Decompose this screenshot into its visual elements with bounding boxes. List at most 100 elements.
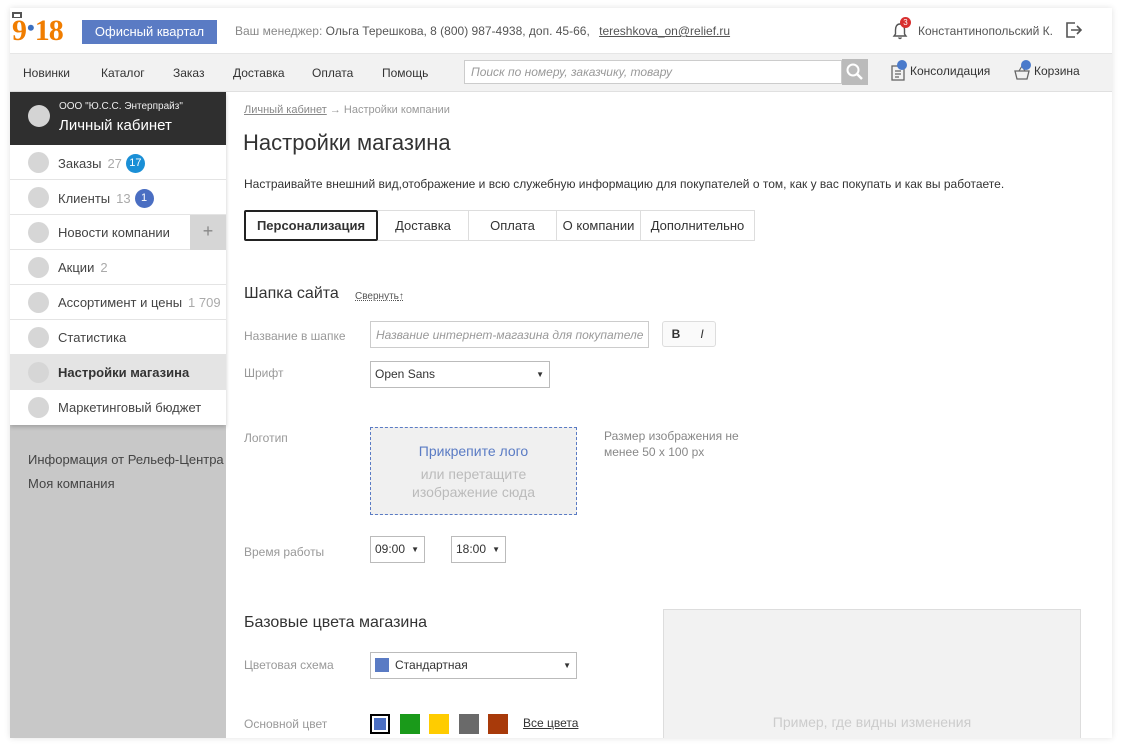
orders-count: 27 <box>107 155 122 171</box>
nav-item-payment[interactable]: Оплата <box>312 66 353 80</box>
settings-icon <box>28 362 49 383</box>
sidebar-item-label: Новости компании <box>58 225 170 240</box>
hours-to-value: 18:00 <box>456 542 487 556</box>
manager-info: Ваш менеджер: Ольга Терешкова, 8 (800) 9… <box>235 24 730 38</box>
budget-icon <box>28 397 49 418</box>
hours-from-select[interactable]: 09:00 ▼ <box>370 536 425 563</box>
sidebar-item-label: Заказы <box>58 155 102 171</box>
tab-payment[interactable]: Оплата <box>469 210 557 241</box>
sidebar-item-statistics[interactable]: Статистика <box>10 320 226 355</box>
nav-item-delivery[interactable]: Доставка <box>233 66 285 80</box>
manager-label: Ваш менеджер: <box>235 24 323 38</box>
clipboard-icon <box>890 60 907 81</box>
promotions-icon <box>28 257 49 278</box>
app-frame: 9•18 Офисный квартал Ваш менеджер: Ольга… <box>10 8 1112 738</box>
nav-item-help[interactable]: Помощь <box>382 66 428 80</box>
logo-part-right: 18 <box>34 14 64 47</box>
sidebar-item-news[interactable]: Новости компании + <box>10 215 226 250</box>
breadcrumb-link-cabinet[interactable]: Личный кабинет <box>244 104 327 116</box>
tab-about-company[interactable]: О компании <box>557 210 641 241</box>
clients-badge: 1 <box>134 189 154 208</box>
nav-item-new[interactable]: Новинки <box>23 66 70 80</box>
drag-hint: или перетащите изображение сюда <box>412 466 535 500</box>
nav-item-catalog[interactable]: Каталог <box>101 66 145 80</box>
color-swatch-blue[interactable] <box>370 714 390 734</box>
font-select[interactable]: Open Sans ▼ <box>370 361 550 388</box>
logout-icon[interactable] <box>1065 21 1083 39</box>
shop-name-label: Название в шапке <box>244 329 346 343</box>
sidebar-link-my-company[interactable]: Моя компания <box>28 476 224 491</box>
manager-email-link[interactable]: tereshkova_on@relief.ru <box>599 24 730 38</box>
office-button[interactable]: Офисный квартал <box>82 20 217 44</box>
collapse-link[interactable]: Свернуть↑ <box>355 291 404 302</box>
shop-name-input[interactable] <box>370 321 649 348</box>
sidebar-menu: ООО "Ю.С.С. Энтерпрайз" Личный кабинет З… <box>10 92 226 425</box>
tab-delivery[interactable]: Доставка <box>378 210 469 241</box>
dropdown-arrow-icon: ▼ <box>563 661 571 670</box>
sidebar-item-orders[interactable]: Заказы 27 17 <box>10 145 226 180</box>
basket-icon <box>1014 60 1031 81</box>
logo-part-left: 9 <box>12 14 27 47</box>
sidebar-item-marketing-budget[interactable]: Маркетинговый бюджет <box>10 390 226 425</box>
sidebar-header[interactable]: ООО "Ю.С.С. Энтерпрайз" Личный кабинет <box>10 92 226 145</box>
main-content: Личный кабинет → Настройки компании Наст… <box>226 92 1112 738</box>
orders-icon <box>28 152 49 173</box>
sidebar-item-clients[interactable]: Клиенты 13 1 <box>10 180 226 215</box>
page-description: Настраивайте внешний вид,отображение и в… <box>244 177 1005 191</box>
search-icon <box>846 63 863 80</box>
breadcrumb: Личный кабинет → Настройки компании <box>244 104 450 116</box>
hours-to-select[interactable]: 18:00 ▼ <box>451 536 506 563</box>
search-button[interactable] <box>842 59 868 85</box>
text-format-group: B I <box>662 321 716 347</box>
colors-section-title: Базовые цвета магазина <box>244 614 428 631</box>
font-select-value: Open Sans <box>375 367 436 381</box>
attach-logo-link[interactable]: Прикрепите лого <box>371 443 576 459</box>
color-swatch-brown[interactable] <box>488 714 508 734</box>
search-input[interactable] <box>464 60 842 84</box>
sidebar-links: Информация от Рельеф-Центра Моя компания <box>28 452 224 500</box>
italic-button[interactable]: I <box>689 322 715 346</box>
nav-item-order[interactable]: Заказ <box>173 66 204 80</box>
consolidation-label: Консолидация <box>910 64 991 79</box>
page-title: Настройки магазина <box>243 130 451 155</box>
sidebar-item-promotions[interactable]: Акции 2 <box>10 250 226 285</box>
clients-icon <box>28 187 49 208</box>
color-scheme-select[interactable]: Стандартная ▼ <box>370 652 577 679</box>
notification-badge: 3 <box>900 17 911 28</box>
bold-button[interactable]: B <box>663 322 689 346</box>
sidebar-link-relief-info[interactable]: Информация от Рельеф-Центра <box>28 452 224 467</box>
hours-from-value: 09:00 <box>375 542 406 556</box>
sidebar-item-label: Ассортимент и цены <box>58 295 183 310</box>
sidebar-item-shop-settings[interactable]: Настройки магазина <box>10 355 226 390</box>
orders-badge: 17 <box>125 154 145 173</box>
sidebar-item-label: Настройки магазина <box>58 365 190 380</box>
sidebar-item-label: Клиенты <box>58 190 111 206</box>
dropdown-arrow-icon: ▼ <box>411 545 419 554</box>
manager-contact: Ольга Терешкова, 8 (800) 987-4938, доп. … <box>325 24 590 38</box>
main-color-label: Основной цвет <box>244 717 328 731</box>
color-swatch-green[interactable] <box>400 714 420 734</box>
all-colors-link[interactable]: Все цвета <box>523 716 578 730</box>
cart-link[interactable]: Корзина <box>1014 60 1080 81</box>
color-swatch-yellow[interactable] <box>429 714 449 734</box>
logo-dot: • <box>27 15 35 40</box>
statistics-icon <box>28 327 49 348</box>
sidebar: ООО "Ю.С.С. Энтерпрайз" Личный кабинет З… <box>10 92 226 738</box>
user-name[interactable]: Константинопольский К. <box>918 24 1053 38</box>
color-swatch-gray[interactable] <box>459 714 479 734</box>
consolidation-link[interactable]: Консолидация <box>890 60 991 81</box>
assortment-icon <box>28 292 49 313</box>
logo[interactable]: 9•18 <box>12 14 64 49</box>
top-bar: 9•18 Офисный квартал Ваш менеджер: Ольга… <box>10 8 1112 54</box>
sidebar-item-assortment[interactable]: Ассортимент и цены 1 709 <box>10 285 226 320</box>
logo-dropzone[interactable]: Прикрепите лого или перетащите изображен… <box>370 427 577 515</box>
tab-personalization[interactable]: Персонализация <box>244 210 378 241</box>
color-scheme-label: Цветовая схема <box>244 658 334 672</box>
tab-additional[interactable]: Дополнительно <box>641 210 755 241</box>
add-news-button[interactable]: + <box>190 215 226 250</box>
logo-size-note: Размер изображения не менее 50 х 100 px <box>604 429 739 459</box>
arrow-up-icon: ↑ <box>398 291 404 302</box>
cart-label: Корзина <box>1034 64 1080 79</box>
logo-label: Логотип <box>244 431 288 445</box>
color-preview-panel: Пример, где видны изменения <box>663 609 1081 738</box>
